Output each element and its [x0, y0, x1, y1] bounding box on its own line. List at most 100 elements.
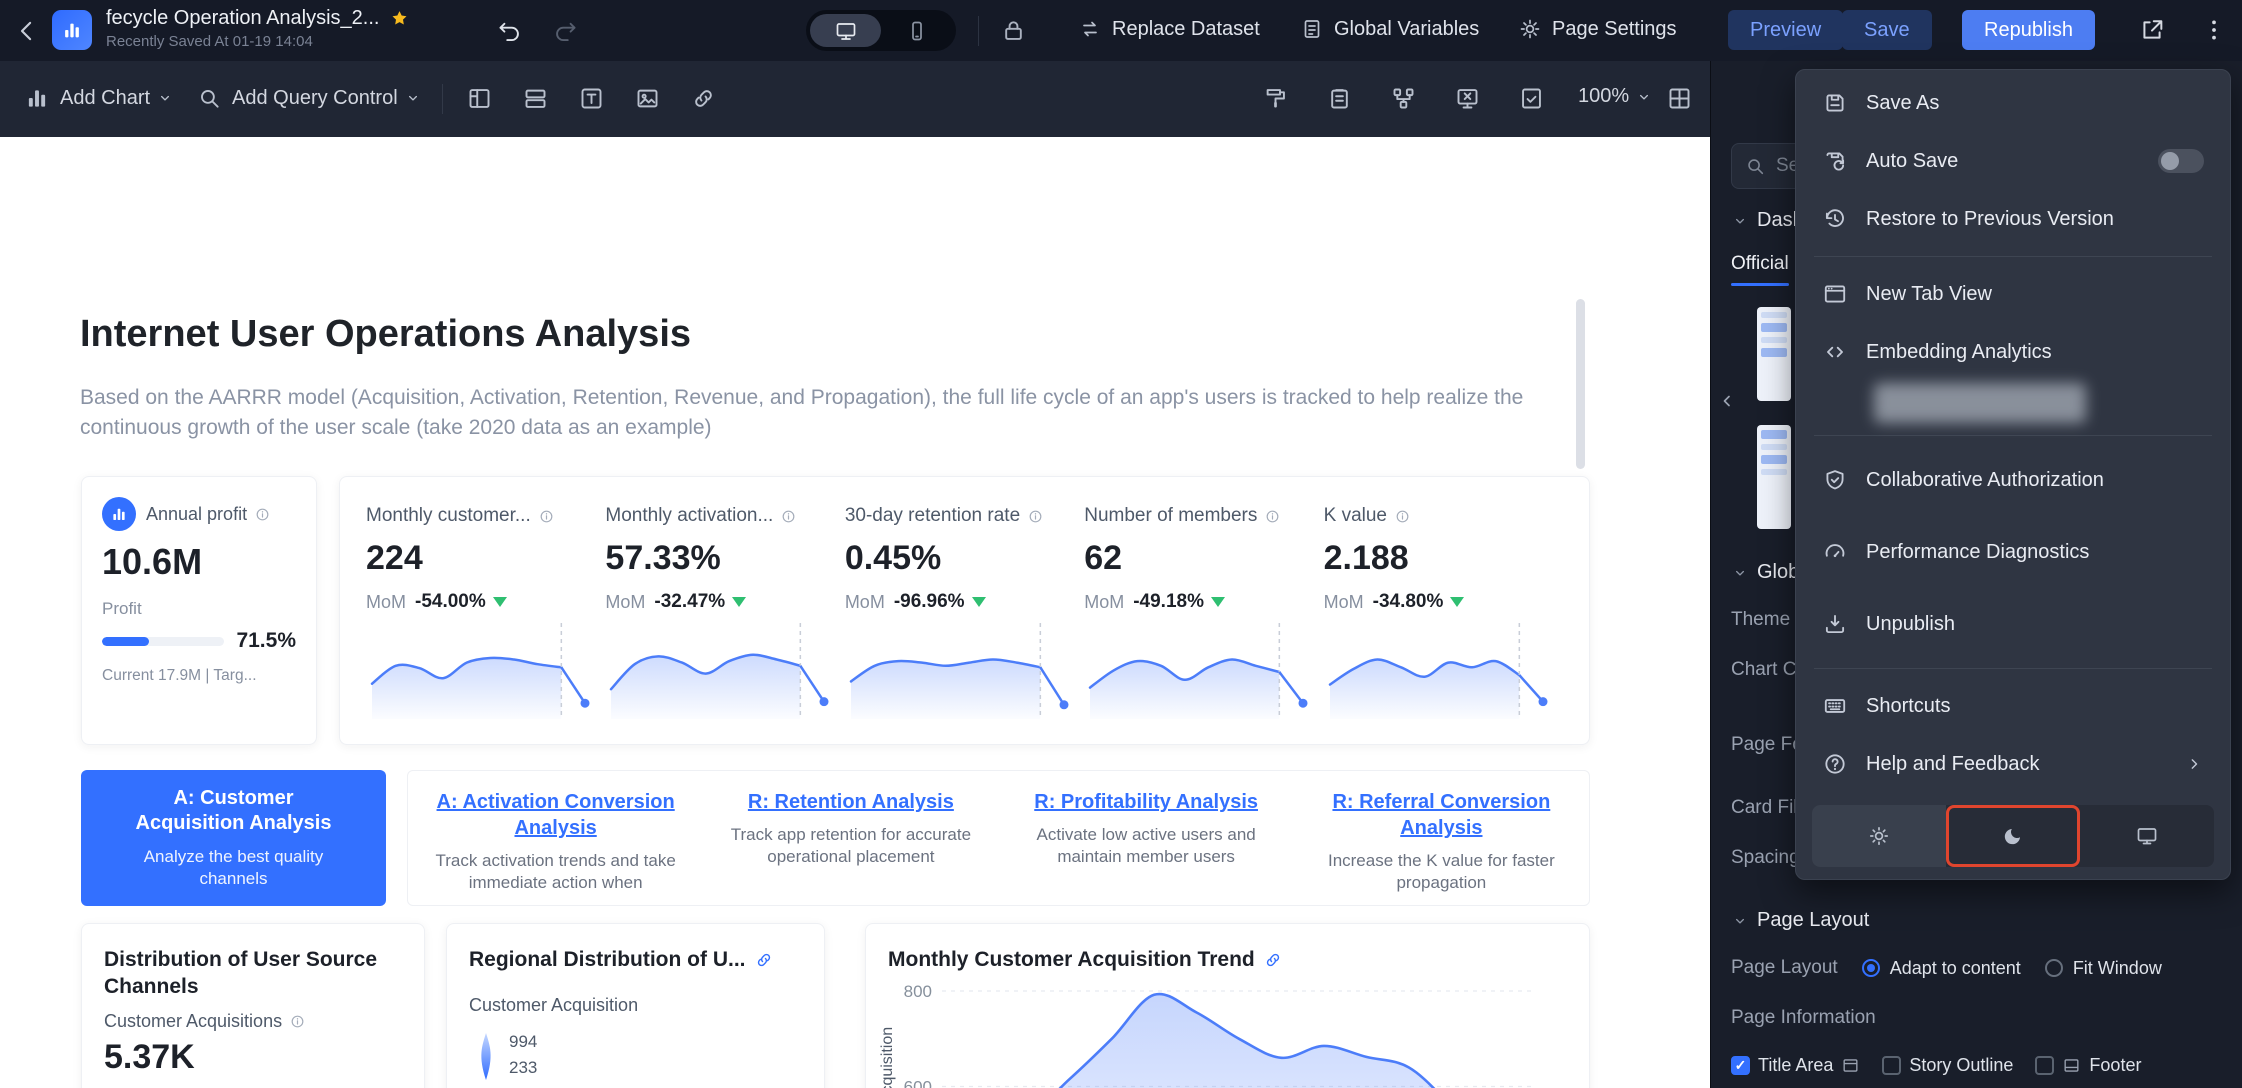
chart-link-icon[interactable] — [1263, 950, 1283, 970]
trend-down-icon — [732, 597, 747, 607]
back-icon[interactable] — [12, 16, 42, 46]
redo-icon[interactable] — [552, 17, 579, 44]
tab-desc: Activate low active users and maintain m… — [1036, 825, 1256, 867]
desktop-view-button[interactable] — [810, 14, 881, 47]
tab-profitability-analysis[interactable]: R: Profitability Analysis Activate low a… — [999, 771, 1294, 905]
kpi-strip-card[interactable]: Monthly customer... 224 MoM -54.00% Month… — [339, 476, 1590, 745]
menu-item-unpublish[interactable]: Unpublish — [1796, 588, 2230, 660]
hide-screen-icon[interactable] — [1454, 85, 1481, 112]
save-as-icon — [1822, 90, 1848, 116]
checkbox-title-area[interactable]: ✓ — [1731, 1056, 1750, 1075]
bubble-max-value: 994 — [509, 1032, 538, 1051]
kpi-card[interactable]: Number of members 62 MoM -49.18% — [1084, 505, 1323, 719]
save-button[interactable]: Save — [1842, 10, 1932, 50]
chevron-down-icon — [156, 89, 174, 107]
menu-item-shortcuts[interactable]: Shortcuts — [1796, 677, 2230, 735]
tab-retention-analysis[interactable]: R: Retention Analysis Track app retentio… — [703, 771, 998, 905]
radio-fit-window[interactable] — [2044, 959, 2063, 977]
tab-activation-conversion[interactable]: A: Activation Conversion Analysis Track … — [408, 771, 703, 905]
kpi-label: 30-day retention rate — [844, 505, 1021, 526]
tab-link[interactable]: R: Referral Conversion Analysis — [1310, 789, 1572, 841]
kpi-card[interactable]: 30-day retention rate 0.45% MoM -96.96% — [844, 505, 1084, 719]
global-variables-button[interactable]: Global Variables — [1300, 17, 1479, 41]
trend-chart-card[interactable]: Monthly Customer Acquisition Trend 800 60… — [865, 923, 1590, 1088]
radio-adapt-to-content[interactable] — [1861, 959, 1880, 977]
menu-item-help-feedback[interactable]: Help and Feedback — [1796, 735, 2230, 793]
lock-icon[interactable] — [1000, 17, 1027, 44]
new-tab-icon — [1822, 281, 1848, 307]
undo-icon[interactable] — [496, 17, 523, 44]
template-thumbnail[interactable] — [1757, 307, 1791, 401]
trend-down-icon — [1450, 597, 1465, 607]
radio-label[interactable]: Fit Window — [2073, 958, 2162, 979]
info-icon[interactable] — [1394, 508, 1411, 525]
preview-button[interactable]: Preview — [1728, 10, 1844, 50]
kpi-value: 2.188 — [1323, 539, 1409, 577]
menu-item-new-tab-view[interactable]: New Tab View — [1796, 265, 2230, 323]
checkbox-label[interactable]: Footer — [2089, 1055, 2141, 1076]
republish-button[interactable]: Republish — [1962, 10, 2095, 50]
favorite-star-icon[interactable] — [389, 8, 410, 29]
template-thumbnail[interactable] — [1757, 425, 1791, 529]
menu-item-performance-diagnostics[interactable]: Performance Diagnostics — [1796, 516, 2230, 588]
kpi-card[interactable]: Monthly activation... 57.33% MoM -32.47% — [605, 505, 844, 719]
page-settings-button[interactable]: Page Settings — [1518, 17, 1677, 41]
theme-auto-button[interactable] — [2080, 805, 2214, 867]
menu-item-collaborative-authorization[interactable]: Collaborative Authorization — [1796, 444, 2230, 516]
menu-item-restore-version[interactable]: Restore to Previous Version — [1796, 190, 2230, 248]
replace-dataset-button[interactable]: Replace Dataset — [1078, 17, 1260, 41]
tab-link[interactable]: A: Activation Conversion Analysis — [425, 789, 687, 841]
info-icon[interactable] — [1027, 508, 1044, 525]
chart-link-icon[interactable] — [754, 950, 774, 970]
tab-link[interactable]: R: Profitability Analysis — [1015, 789, 1277, 815]
kpi-card[interactable]: K value 2.188 MoM -34.80% — [1323, 505, 1563, 719]
layout-board-icon[interactable] — [466, 85, 493, 112]
menu-item-embedding-analytics[interactable]: Embedding Analytics — [1796, 323, 2230, 381]
checkbox-label[interactable]: Story Outline — [1909, 1055, 2013, 1076]
add-chart-button[interactable]: Add Chart — [24, 85, 174, 111]
checkbox-footer[interactable] — [2035, 1056, 2055, 1075]
theme-dark-button[interactable] — [1946, 805, 2080, 867]
info-icon[interactable] — [780, 508, 797, 525]
info-icon[interactable] — [1264, 508, 1281, 525]
canvas-scrollbar[interactable] — [1576, 299, 1585, 469]
add-query-control-button[interactable]: Add Query Control — [196, 85, 422, 111]
menu-item-auto-save[interactable]: Auto Save — [1796, 132, 2230, 190]
menu-item-save-as[interactable]: Save As — [1796, 74, 2230, 132]
tab-customer-acquisition[interactable]: A: Customer Acquisition Analysis Analyze… — [81, 770, 386, 906]
checkbox-story-outline[interactable] — [1882, 1056, 1902, 1075]
checklist-icon[interactable] — [1518, 85, 1545, 112]
profit-label: Annual profit — [146, 503, 248, 524]
map-chart-card[interactable]: Regional Distribution of U... Customer A… — [446, 923, 825, 1088]
collapse-panel-icon[interactable] — [1715, 389, 1739, 413]
info-icon[interactable] — [289, 1013, 306, 1030]
info-icon[interactable] — [538, 508, 555, 525]
grid-layout-icon[interactable] — [1666, 85, 1693, 112]
more-options-icon[interactable] — [2200, 16, 2228, 44]
kpi-card[interactable]: Monthly customer... 224 MoM -54.00% — [366, 505, 605, 719]
link-tool-icon[interactable] — [690, 85, 717, 112]
info-icon[interactable] — [254, 506, 271, 523]
auto-save-toggle[interactable] — [2158, 149, 2204, 173]
bubble-min-value: 233 — [509, 1058, 538, 1077]
annual-profit-card[interactable]: Annual profit 10.6M Profit 71.5% Current… — [81, 476, 317, 745]
notes-icon[interactable] — [1326, 85, 1353, 112]
theme-light-button[interactable] — [1812, 805, 1946, 867]
pie-chart-card[interactable]: Distribution of User Source Channels Cus… — [81, 923, 425, 1088]
tab-link[interactable]: R: Retention Analysis — [720, 789, 982, 815]
share-icon[interactable] — [2138, 16, 2166, 44]
tab-referral-conversion[interactable]: R: Referral Conversion Analysis Increase… — [1294, 771, 1589, 905]
page-layout-section-header[interactable]: Page Layout — [1731, 909, 1869, 932]
mom-label: MoM — [1323, 591, 1364, 612]
format-brush-icon[interactable] — [1262, 85, 1289, 112]
add-query-icon — [196, 85, 222, 111]
component-tree-icon[interactable] — [1390, 85, 1417, 112]
mobile-view-button[interactable] — [881, 14, 952, 47]
radio-label[interactable]: Adapt to content — [1890, 958, 2021, 979]
text-tool-icon[interactable] — [578, 85, 605, 112]
image-tool-icon[interactable] — [634, 85, 661, 112]
checkbox-label[interactable]: Title Area — [1758, 1055, 1833, 1076]
zoom-select[interactable]: 100% — [1578, 85, 1653, 108]
tab-official[interactable]: Official — [1731, 253, 1789, 275]
container-icon[interactable] — [522, 85, 549, 112]
